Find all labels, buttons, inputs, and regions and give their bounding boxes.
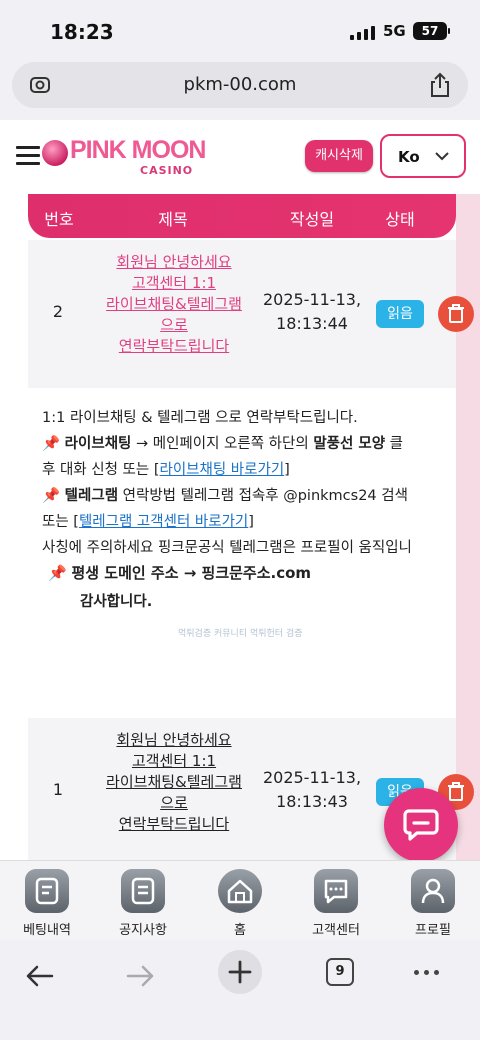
delete-button[interactable] — [438, 296, 474, 332]
answer-line: 1:1 라이브채팅 & 텔레그램 으로 연락부탁드립니다. — [42, 410, 358, 426]
logo-text: PINK MOON — [70, 136, 206, 164]
bottom-nav: 베팅내역 공지사항 홈 고객센터 프로필 — [0, 860, 480, 940]
trash-icon — [448, 304, 464, 323]
profile-icon — [411, 869, 455, 913]
signal-icon — [350, 24, 375, 40]
plus-icon — [228, 960, 252, 984]
network-type: 5G — [383, 22, 406, 40]
pin-icon: 📌 — [42, 436, 61, 452]
address-bar[interactable]: pkm-00.com — [12, 62, 468, 108]
url-text[interactable]: pkm-00.com — [12, 74, 468, 95]
browser-toolbar: 9 — [0, 940, 480, 1040]
pin-icon: 📌 — [48, 564, 67, 582]
watermark: 먹튀검증 커뮤니티 먹튀헌터 검증 — [178, 629, 303, 639]
column-number: 번호 — [44, 210, 74, 229]
status-badge: 읽음 — [376, 300, 424, 328]
nav-home[interactable]: 홈 — [195, 869, 285, 938]
chat-bubble-icon — [403, 809, 439, 841]
new-tab-button[interactable] — [218, 950, 262, 994]
chevron-down-icon — [435, 152, 449, 161]
inquiry-list: 번호 제목 작성일 상태 2 회원님 안녕하세요 고객센터 1:1 라이브채팅&… — [0, 194, 480, 860]
battery-icon: 57 — [413, 22, 450, 40]
column-status: 상태 — [385, 210, 415, 229]
livechat-link[interactable]: 라이브채팅 바로가기 — [159, 462, 284, 478]
answer-line: 📌 평생 도메인 주소 → 핑크문주소.com — [48, 564, 312, 582]
answer-line: 📌 라이브채팅 → 메인페이지 오른쪽 하단의 말풍선 모양 클 — [42, 436, 404, 452]
menu-icon[interactable] — [16, 146, 40, 166]
site-header: PINK MOON CASINO 캐시삭제 Ko — [0, 120, 480, 194]
nav-customer-center[interactable]: 고객센터 — [291, 869, 381, 938]
nav-profile[interactable]: 프로필 — [388, 869, 478, 938]
moon-icon — [42, 140, 68, 166]
answer-line: 감사합니다. — [80, 594, 153, 610]
nav-betting-history[interactable]: 베팅내역 — [2, 869, 92, 938]
table-header: 번호 제목 작성일 상태 — [28, 194, 456, 238]
live-chat-button[interactable] — [384, 788, 458, 862]
row-number: 1 — [52, 780, 64, 799]
page: 18:23 5G 57 pkm-00.com PINK MOON CASINO … — [0, 0, 480, 1040]
pin-icon: 📌 — [42, 488, 61, 504]
language-select[interactable]: Ko — [380, 134, 466, 178]
forward-icon[interactable] — [118, 954, 162, 998]
notice-icon — [121, 869, 165, 913]
clear-cache-button[interactable]: 캐시삭제 — [305, 140, 373, 172]
logo[interactable]: PINK MOON CASINO — [42, 136, 232, 180]
status-time: 18:23 — [50, 20, 114, 44]
language-value: Ko — [398, 148, 420, 166]
row-title[interactable]: 회원님 안녕하세요 고객센터 1:1 라이브채팅&텔레그램 으로 연락부탁드립니… — [90, 730, 258, 835]
nav-notice[interactable]: 공지사항 — [98, 869, 188, 938]
home-icon — [218, 869, 262, 913]
tabs-button[interactable]: 9 — [326, 958, 354, 986]
logo-subtitle: CASINO — [140, 164, 194, 177]
more-icon[interactable] — [414, 970, 439, 975]
table-row[interactable]: 2 회원님 안녕하세요 고객센터 1:1 라이브채팅&텔레그램 으로 연락부탁드… — [28, 240, 474, 388]
row-title[interactable]: 회원님 안녕하세요 고객센터 1:1 라이브채팅&텔레그램 으로 연락부탁드립니… — [90, 252, 258, 357]
answer-line: 📌 텔레그램 연락방법 텔레그램 접속후 @pinkmcs24 검색 — [42, 488, 408, 504]
answer-line: 후 대화 신청 또는 [라이브채팅 바로가기] — [42, 462, 290, 478]
row-date: 2025-11-13, 18:13:43 — [262, 768, 362, 811]
customer-center-icon — [314, 869, 358, 913]
page-edge — [456, 194, 480, 860]
answer-line: 또는 [텔레그램 고객센터 바로가기] — [42, 514, 254, 530]
answer-line: 사칭에 주의하세요 핑크문공식 텔레그램은 프로필이 움직입니 — [42, 540, 412, 556]
telegram-link[interactable]: 텔레그램 고객센터 바로가기 — [79, 514, 248, 530]
row-date: 2025-11-13, 18:13:44 — [262, 290, 362, 333]
row-number: 2 — [52, 302, 64, 321]
trash-icon — [448, 782, 464, 801]
column-title: 제목 — [158, 210, 188, 229]
inquiry-answer: 1:1 라이브채팅 & 텔레그램 으로 연락부탁드립니다. 📌 라이브채팅 → … — [28, 390, 456, 720]
column-date: 작성일 — [289, 210, 335, 229]
betting-history-icon — [25, 869, 69, 913]
share-icon[interactable] — [428, 72, 452, 98]
back-icon[interactable] — [18, 954, 62, 998]
status-bar: 18:23 5G 57 — [0, 0, 480, 60]
